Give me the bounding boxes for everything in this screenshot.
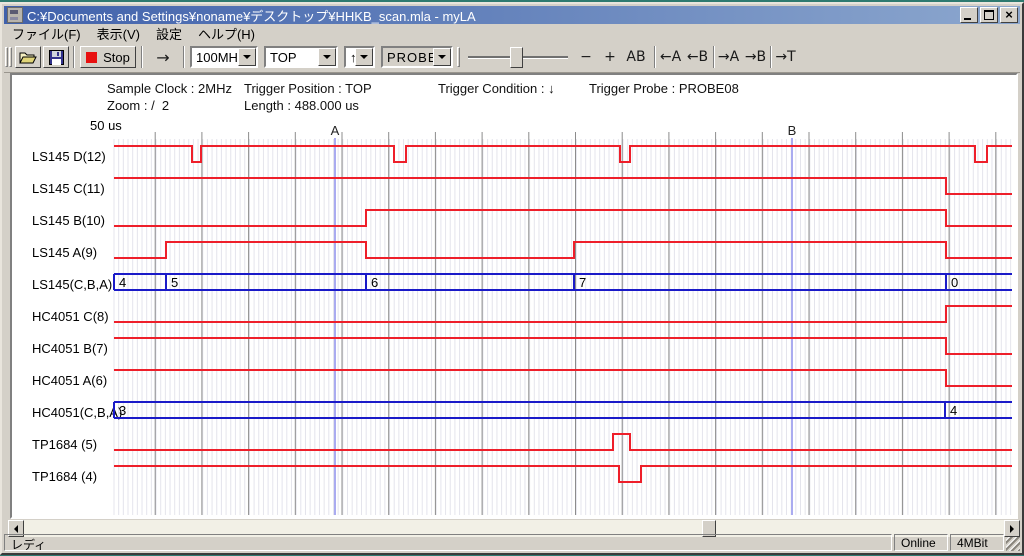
status-online: Online — [894, 534, 948, 551]
resize-grip-icon[interactable] — [1006, 537, 1020, 551]
trigger-position-value: TOP — [266, 50, 318, 65]
close-icon: × — [1005, 10, 1013, 20]
app-icon[interactable] — [7, 7, 23, 23]
trigger-position-combo[interactable]: TOP — [264, 46, 338, 68]
toolbar-grip[interactable] — [457, 47, 460, 67]
chevron-down-icon — [323, 55, 331, 59]
combo-drop-button[interactable] — [238, 48, 256, 66]
menu-help[interactable]: ヘルプ(H) — [190, 23, 263, 44]
ab-button[interactable]: AB — [622, 46, 650, 68]
bus-value: 7 — [579, 275, 586, 290]
sample-clock-value: 100MHz — [192, 50, 238, 65]
status-memory: 4MBit — [950, 534, 1004, 551]
menu-bar: ファイル(F) 表示(V) 設定 ヘルプ(H) — [4, 25, 1020, 42]
zoom-in-button[interactable]: + — [600, 46, 620, 68]
maximize-icon — [984, 10, 994, 20]
channel-name: LS145 B(10) — [32, 213, 105, 228]
menu-settings[interactable]: 設定 — [148, 23, 190, 44]
bus-value: 4 — [950, 403, 957, 418]
title-bar[interactable]: C:¥Documents and Settings¥noname¥デスクトップ¥… — [4, 6, 1020, 24]
bus-value: 5 — [171, 275, 178, 290]
status-bar: レディ Online 4MBit — [4, 532, 1020, 551]
menu-view[interactable]: 表示(V) — [89, 23, 148, 44]
toolbar-separator — [654, 46, 656, 68]
stop-button[interactable]: Stop — [80, 46, 136, 68]
toolbar-grip[interactable] — [9, 47, 12, 67]
open-folder-icon — [19, 50, 37, 64]
go-to-trigger-button[interactable]: →T — [772, 46, 799, 68]
marker-label-a: A — [331, 123, 340, 138]
combo-drop-button[interactable] — [433, 48, 451, 66]
toolbar-separator — [73, 46, 75, 68]
channel-name: LS145 A(9) — [32, 245, 97, 260]
zoom-slider-thumb[interactable] — [510, 47, 523, 68]
minimize-icon — [964, 18, 971, 20]
stop-label: Stop — [103, 50, 130, 65]
zoom-out-button[interactable]: − — [576, 46, 596, 68]
zoom-slider[interactable] — [468, 46, 570, 68]
trigger-edge-combo[interactable]: ↑ — [344, 46, 375, 68]
combo-drop-button[interactable] — [318, 48, 336, 66]
maximize-button[interactable] — [980, 7, 998, 23]
channel-name: TP1684 (5) — [32, 437, 97, 452]
waveform-client-area: Sample Clock : 2MHz Trigger Position : T… — [10, 73, 1018, 519]
channel-name: HC4051 B(7) — [32, 341, 108, 356]
move-a-right-button[interactable]: →A — [715, 46, 742, 68]
chevron-down-icon — [243, 55, 251, 59]
toolbar-separator — [183, 46, 185, 68]
save-file-button[interactable] — [43, 46, 69, 68]
move-b-right-button[interactable]: →B — [742, 46, 769, 68]
bus-value: 6 — [371, 275, 378, 290]
chevron-down-icon — [360, 55, 368, 59]
move-b-left-button[interactable]: ←B — [684, 46, 711, 68]
combo-drop-button[interactable] — [355, 48, 373, 66]
channel-name: HC4051(C,B,A) — [32, 405, 122, 420]
sample-clock-combo[interactable]: 100MHz — [190, 46, 258, 68]
time-scale-label: 50 us — [90, 118, 122, 133]
bus-value: 4 — [119, 275, 126, 290]
run-button[interactable]: → — [147, 46, 179, 68]
channel-name: LS145(C,B,A) — [32, 277, 112, 292]
channel-name: LS145 D(12) — [32, 149, 106, 164]
bus-value: 0 — [951, 275, 958, 290]
open-file-button[interactable] — [15, 46, 41, 68]
channel-name: HC4051 A(6) — [32, 373, 107, 388]
menu-file[interactable]: ファイル(F) — [4, 23, 89, 44]
red-square-stop-icon — [86, 52, 97, 63]
marker-label-b: B — [788, 123, 797, 138]
app-window: C:¥Documents and Settings¥noname¥デスクトップ¥… — [0, 2, 1024, 555]
toolbar-grip[interactable] — [5, 47, 8, 67]
channel-name: TP1684 (4) — [32, 469, 97, 484]
toolbar: Stop → 100MHz TOP ↑ PROBE00 − + AB — [4, 43, 1020, 73]
bus-value: 3 — [119, 403, 126, 418]
close-button[interactable]: × — [1000, 7, 1018, 23]
move-a-left-button[interactable]: ←A — [657, 46, 684, 68]
trigger-probe-value: PROBE00 — [383, 50, 433, 65]
status-message: レディ — [4, 534, 892, 551]
trigger-edge-value: ↑ — [346, 50, 355, 65]
chevron-down-icon — [438, 55, 446, 59]
waveform-plot[interactable]: 50 us A B LS145 D(12) LS145 C(11) LS145 B(10)… — [12, 75, 1016, 517]
toolbar-separator — [141, 46, 143, 68]
window-title: C:¥Documents and Settings¥noname¥デスクトップ¥… — [27, 6, 958, 25]
channel-name: LS145 C(11) — [32, 181, 105, 196]
channel-name: HC4051 C(8) — [32, 309, 109, 324]
floppy-save-icon — [49, 50, 64, 65]
trigger-probe-combo[interactable]: PROBE00 — [381, 46, 453, 68]
minimize-button[interactable] — [960, 7, 978, 23]
